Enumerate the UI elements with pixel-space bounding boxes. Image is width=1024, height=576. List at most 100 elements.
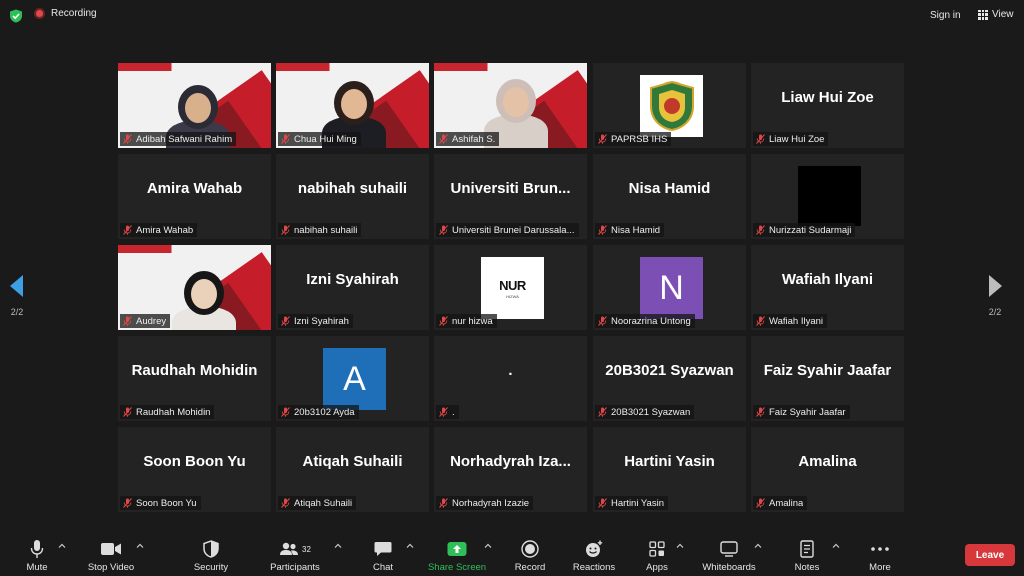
apps-button[interactable]: Apps: [640, 530, 674, 576]
participant-name: Raudhah Mohidin: [136, 406, 211, 418]
participant-tile[interactable]: A 20b3102 Ayda: [276, 336, 429, 421]
participant-name: Amira Wahab: [136, 224, 194, 236]
participant-name: Nisa Hamid: [611, 224, 661, 236]
apps-options-caret-icon[interactable]: [676, 542, 684, 550]
participant-tile[interactable]: Atiqah Suhaili Atiqah Suhaili: [276, 427, 429, 512]
muted-microphone-icon: [281, 407, 290, 417]
notes-icon: [800, 540, 814, 558]
muted-microphone-icon: [123, 225, 132, 235]
participant-name: Norhadyrah Izazie: [452, 497, 530, 509]
view-button[interactable]: View: [978, 9, 1014, 20]
participant-tile[interactable]: NUR HIZWA nur hizwa: [434, 245, 587, 330]
chat-options-caret-icon[interactable]: [406, 542, 414, 550]
participant-display-name: Izni Syahirah: [306, 271, 399, 288]
participant-name-label: Ashifah S.: [436, 132, 500, 146]
share-screen-button[interactable]: Share Screen: [426, 530, 488, 576]
arrow-left-icon[interactable]: [10, 275, 24, 297]
profile-picture: [798, 166, 861, 226]
participant-tile[interactable]: Izni Syahirah Izni Syahirah: [276, 245, 429, 330]
record-button[interactable]: Record: [510, 530, 550, 576]
participants-icon: [280, 542, 299, 555]
participant-tile[interactable]: Wafiah Ilyani Wafiah Ilyani: [751, 245, 904, 330]
more-label: More: [869, 562, 891, 573]
grid-view-icon: [978, 9, 988, 20]
muted-microphone-icon: [756, 225, 765, 235]
previous-page-nav[interactable]: 2/2: [10, 275, 24, 317]
participant-tile[interactable]: Amira Wahab Amira Wahab: [118, 154, 271, 239]
participant-name: nur hizwa: [452, 315, 493, 327]
share-options-caret-icon[interactable]: [484, 542, 492, 550]
participant-name: Liaw Hui Zoe: [769, 133, 825, 145]
participant-name: Adibah Safwani Rahim: [136, 133, 233, 145]
institution-logo-icon: [640, 75, 703, 137]
chat-bubble-icon: [374, 542, 392, 556]
participant-tile[interactable]: Hartini Yasin Hartini Yasin: [593, 427, 746, 512]
reactions-button[interactable]: Reactions: [570, 530, 618, 576]
security-button[interactable]: Security: [190, 530, 232, 576]
participant-display-name: Amalina: [798, 453, 857, 470]
participant-tile[interactable]: Liaw Hui Zoe Liaw Hui Zoe: [751, 63, 904, 148]
participants-button[interactable]: 32 Participants: [266, 530, 324, 576]
chat-button[interactable]: Chat: [366, 530, 400, 576]
participant-tile[interactable]: 20B3021 Syazwan 20B3021 Syazwan: [593, 336, 746, 421]
microphone-icon: [30, 540, 44, 558]
recording-indicator[interactable]: Recording: [34, 8, 97, 19]
participant-tile[interactable]: Soon Boon Yu Soon Boon Yu: [118, 427, 271, 512]
participant-name: Noorazrina Untong: [611, 315, 691, 327]
participant-name-label: Nisa Hamid: [595, 223, 665, 237]
notes-button[interactable]: Notes: [790, 530, 824, 576]
muted-microphone-icon: [756, 316, 765, 326]
leave-button[interactable]: Leave: [965, 544, 1015, 566]
participant-name-label: Wafiah Ilyani: [753, 314, 828, 328]
participant-tile[interactable]: Chua Hui Ming: [276, 63, 429, 148]
participant-tile[interactable]: Faiz Syahir Jaafar Faiz Syahir Jaafar: [751, 336, 904, 421]
meeting-toolbar: Mute Stop Video Security 32 Participants…: [0, 530, 1024, 576]
whiteboards-options-caret-icon[interactable]: [754, 542, 762, 550]
participant-name: Chua Hui Ming: [294, 133, 357, 145]
participant-tile[interactable]: Nisa Hamid Nisa Hamid: [593, 154, 746, 239]
mute-options-caret-icon[interactable]: [58, 542, 66, 550]
apps-icon: [649, 541, 665, 557]
arrow-right-icon[interactable]: [988, 275, 1002, 297]
participant-tile[interactable]: N Noorazrina Untong: [593, 245, 746, 330]
participant-tile[interactable]: Universiti Brun... Universiti Brunei Daru…: [434, 154, 587, 239]
participant-name: Izni Syahirah: [294, 315, 349, 327]
stop-video-button[interactable]: Stop Video: [84, 530, 138, 576]
participant-tile[interactable]: Audrey: [118, 245, 271, 330]
muted-microphone-icon: [281, 498, 290, 508]
more-button[interactable]: More: [862, 530, 898, 576]
mute-button[interactable]: Mute: [16, 530, 58, 576]
participant-display-name: Raudhah Mohidin: [131, 362, 258, 379]
participant-name-label: Hartini Yasin: [595, 496, 668, 510]
participant-display-name: Faiz Syahir Jaafar: [763, 362, 892, 379]
participant-tile[interactable]: Raudhah Mohidin Raudhah Mohidin: [118, 336, 271, 421]
participant-tile[interactable]: Ashifah S.: [434, 63, 587, 148]
participant-name: PAPRSB IHS: [611, 133, 668, 145]
participant-tile[interactable]: Adibah Safwani Rahim: [118, 63, 271, 148]
participant-display-name: Amira Wahab: [146, 180, 243, 197]
participant-tile[interactable]: Norhadyrah Iza... Norhadyrah Izazie: [434, 427, 587, 512]
initial-avatar: N: [640, 257, 703, 319]
participant-tile[interactable]: Nurizzati Sudarmaji: [751, 154, 904, 239]
participant-tile[interactable]: ..: [434, 336, 587, 421]
share-screen-label: Share Screen: [427, 562, 487, 573]
participant-name: .: [452, 406, 455, 418]
participant-tile[interactable]: nabihah suhaili nabihah suhaili: [276, 154, 429, 239]
participant-name: 20b3102 Ayda: [294, 406, 355, 418]
participant-name: Ashifah S.: [452, 133, 496, 145]
notes-options-caret-icon[interactable]: [832, 542, 840, 550]
whiteboard-icon: [720, 541, 738, 557]
shield-icon[interactable]: [9, 9, 23, 23]
whiteboards-button[interactable]: Whiteboards: [698, 530, 760, 576]
participant-display-name: nabihah suhaili: [297, 180, 408, 197]
next-page-nav[interactable]: 2/2: [988, 275, 1002, 317]
participants-options-caret-icon[interactable]: [334, 542, 342, 550]
apps-label: Apps: [646, 562, 668, 573]
sign-in-button[interactable]: Sign in: [930, 10, 961, 21]
participant-display-name: Liaw Hui Zoe: [781, 89, 874, 106]
notes-label: Notes: [794, 562, 820, 573]
muted-microphone-icon: [598, 407, 607, 417]
participant-tile[interactable]: PAPRSB IHS: [593, 63, 746, 148]
video-options-caret-icon[interactable]: [136, 542, 144, 550]
participant-tile[interactable]: Amalina Amalina: [751, 427, 904, 512]
